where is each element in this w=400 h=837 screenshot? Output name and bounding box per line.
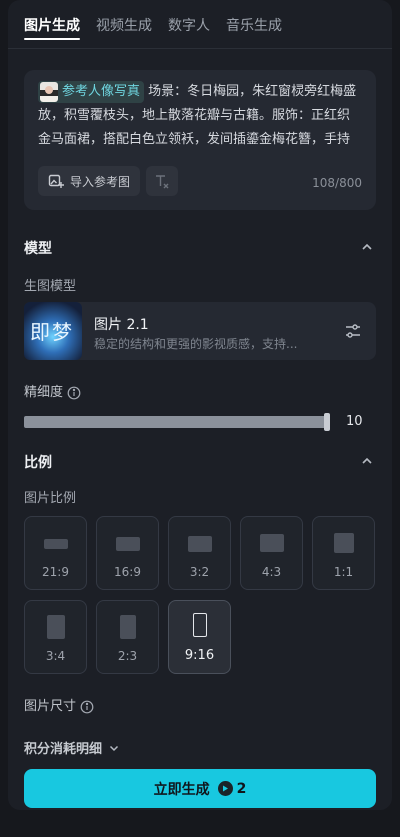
chevron-up-icon[interactable] xyxy=(360,454,374,468)
image-plus-icon xyxy=(48,174,64,188)
generate-label: 立即生成 xyxy=(153,781,210,798)
reference-thumbnail xyxy=(40,81,58,102)
active-tab-indicator xyxy=(24,38,80,40)
text-format-icon xyxy=(156,175,169,189)
ratio-option-1-1[interactable]: 1:1 xyxy=(312,516,375,590)
ratio-section-title: 比例 xyxy=(24,455,52,471)
info-icon[interactable] xyxy=(80,700,94,714)
model-selector[interactable]: 即梦 图片 2.1 稳定的结构和更强的影视质感，支持... xyxy=(24,302,376,360)
prompt-box[interactable]: 参考人像写真 场景：冬日梅园，朱红窗棂旁红梅盛放，积雪覆枝头，地上散落花瓣与古籍… xyxy=(24,70,376,210)
model-thumbnail: 即梦 xyxy=(24,302,82,360)
ratio-shape-icon xyxy=(192,613,207,637)
model-name: 图片 2.1 xyxy=(94,317,149,333)
ratio-option-9-16[interactable]: 9:16 xyxy=(168,600,231,674)
tab-image-generation[interactable]: 图片生成 xyxy=(24,16,80,40)
detail-slider-handle[interactable] xyxy=(324,413,330,431)
ratio-label: 1:1 xyxy=(333,565,354,579)
generate-button[interactable]: 立即生成 2 xyxy=(24,769,376,808)
ratio-label: 16:9 xyxy=(114,565,141,579)
ratio-label: 4:3 xyxy=(261,565,282,579)
points-detail-toggle[interactable]: 积分消耗明细 xyxy=(24,738,120,757)
ratio-label: 3:4 xyxy=(45,649,66,663)
ratio-shape-icon xyxy=(187,536,212,552)
ratio-shape-icon xyxy=(119,615,136,639)
model-description: 稳定的结构和更强的影视质感，支持... xyxy=(94,337,298,351)
clear-format-button[interactable] xyxy=(146,166,179,196)
ratio-shape-icon xyxy=(259,534,284,552)
ratio-label: 2:3 xyxy=(117,649,138,663)
detail-slider-track[interactable] xyxy=(24,416,330,428)
image-size-row: 图片尺寸 xyxy=(24,695,94,714)
tab-bar: 图片生成 视频生成 数字人 音乐生成 xyxy=(24,16,282,40)
ratio-label: 3:2 xyxy=(189,565,210,579)
generate-cost: 2 xyxy=(236,780,247,797)
reference-chip-label: 参考人像写真 xyxy=(62,83,141,99)
ratio-shape-icon xyxy=(46,615,65,639)
tab-music-generation[interactable]: 音乐生成 xyxy=(226,16,282,40)
tab-digital-human[interactable]: 数字人 xyxy=(168,16,210,40)
image-size-label: 图片尺寸 xyxy=(24,699,77,714)
prompt-input[interactable]: 参考人像写真 场景：冬日梅园，朱红窗棂旁红梅盛放，积雪覆枝头，地上散落花瓣与古籍… xyxy=(38,80,362,154)
tab-divider xyxy=(8,48,392,49)
model-section-title: 模型 xyxy=(24,241,52,257)
ratio-option-4-3[interactable]: 4:3 xyxy=(240,516,303,590)
ratio-option-16-9[interactable]: 16:9 xyxy=(96,516,159,590)
tab-video-generation[interactable]: 视频生成 xyxy=(96,16,152,40)
ratio-shape-icon xyxy=(115,537,140,551)
ratio-shape-icon xyxy=(333,533,354,553)
detail-label-row: 精细度 xyxy=(24,381,81,400)
char-counter: 108/800 xyxy=(312,176,362,190)
chevron-down-icon xyxy=(109,745,119,751)
credit-icon xyxy=(217,781,233,796)
ratio-option-21-9[interactable]: 21:9 xyxy=(24,516,87,590)
model-sub-label: 生图模型 xyxy=(24,279,77,294)
detail-value: 10 xyxy=(346,414,363,429)
chevron-up-icon[interactable] xyxy=(360,240,374,254)
import-reference-label: 导入参考图 xyxy=(70,174,131,189)
detail-label: 精细度 xyxy=(24,385,64,400)
ratio-option-3-2[interactable]: 3:2 xyxy=(168,516,231,590)
ratio-label: 21:9 xyxy=(42,565,69,579)
settings-sliders-icon[interactable] xyxy=(344,322,362,340)
prompt-actions: 导入参考图 xyxy=(38,166,179,198)
ratio-option-3-4[interactable]: 3:4 xyxy=(24,600,87,674)
info-icon[interactable] xyxy=(67,386,81,400)
ratio-option-2-3[interactable]: 2:3 xyxy=(96,600,159,674)
reference-chip[interactable]: 参考人像写真 xyxy=(38,80,145,103)
ratio-sub-label: 图片比例 xyxy=(24,491,77,506)
ratio-label: 9:16 xyxy=(184,648,215,663)
import-reference-button[interactable]: 导入参考图 xyxy=(38,166,141,196)
points-detail-label: 积分消耗明细 xyxy=(24,742,103,757)
model-thumbnail-text: 即梦 xyxy=(30,320,74,344)
ratio-shape-icon xyxy=(43,539,68,549)
